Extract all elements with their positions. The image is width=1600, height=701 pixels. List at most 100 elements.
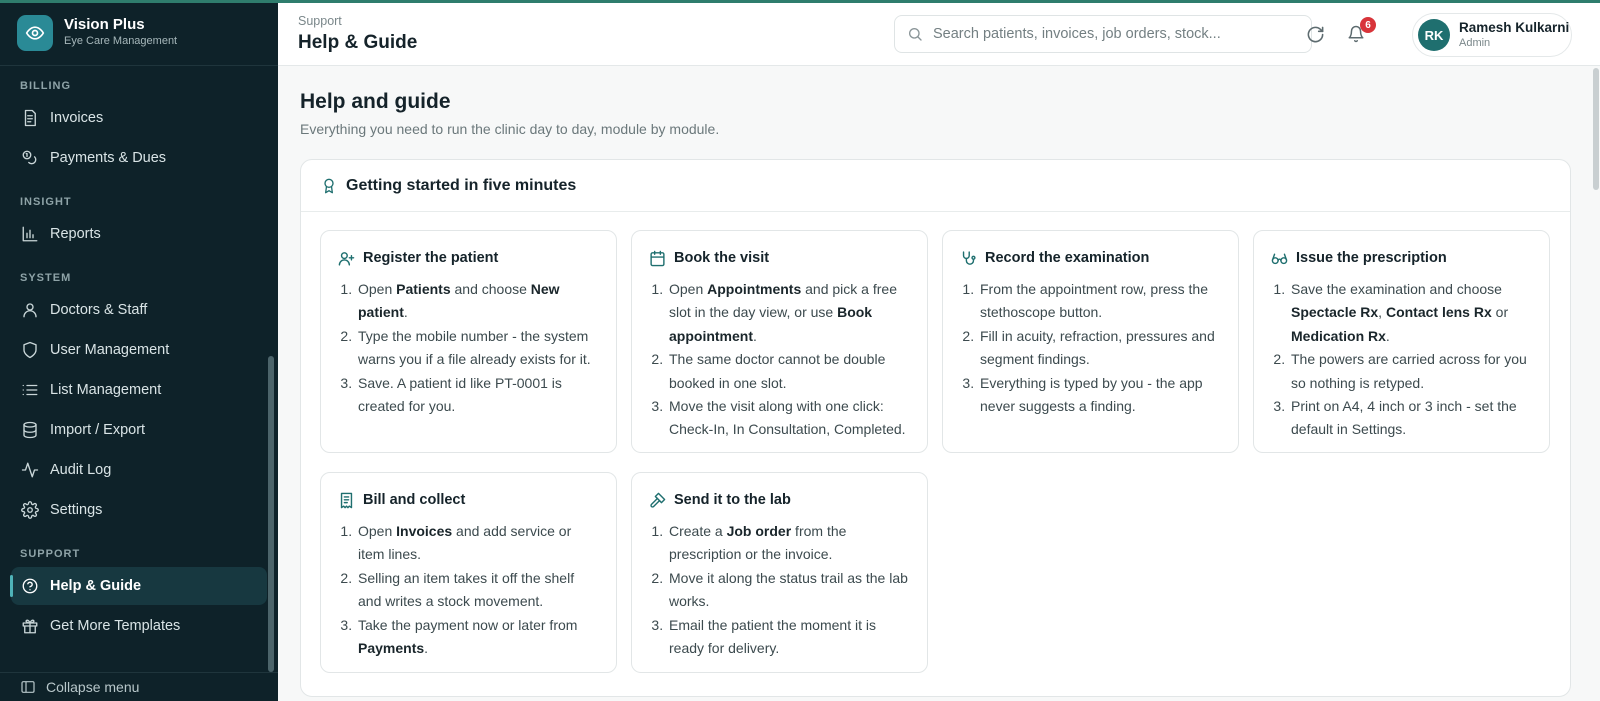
brand-subtitle: Eye Care Management <box>64 35 178 47</box>
guide-card-prescription: Issue the prescription Save the examinat… <box>1253 230 1550 453</box>
module-name: Invoices <box>396 523 453 539</box>
guide-step: Fill in acuity, refraction, pressures an… <box>978 325 1221 372</box>
sidebar-item-label: List Management <box>50 382 162 398</box>
page-subtitle: Everything you need to run the clinic da… <box>300 121 720 137</box>
module-name: Contact lens Rx <box>1385 304 1492 321</box>
gift-icon <box>22 619 38 634</box>
search-icon <box>909 28 922 41</box>
page-scrollbar[interactable] <box>1593 68 1599 190</box>
guide-card-title: Send it to the lab <box>674 492 791 508</box>
top-accent-line <box>0 0 1600 3</box>
user-menu[interactable]: RK Ramesh Kulkarni Admin <box>1412 13 1572 57</box>
collapse-menu-label: Collapse menu <box>46 679 140 695</box>
guide-card-title: Record the examination <box>985 250 1150 266</box>
database-icon <box>23 421 37 439</box>
panel-header: Getting started in five minutes <box>301 160 1570 212</box>
guide-card-title: Bill and collect <box>363 492 466 508</box>
breadcrumb[interactable]: Support <box>298 14 342 28</box>
module-name: Patients <box>396 281 451 297</box>
guide-step: Type the mobile number - the system warn… <box>356 325 599 372</box>
guide-card-billing: Bill and collect Open Invoices and add s… <box>320 472 617 673</box>
sidebar-item-label: User Management <box>50 342 170 358</box>
sidebar-item-label: Invoices <box>50 110 104 126</box>
sidebar-item-label: Help & Guide <box>50 578 142 594</box>
guide-step: Move it along the status trail as the la… <box>667 567 910 614</box>
getting-started-panel: Getting started in five minutes Register… <box>300 159 1571 697</box>
award-icon <box>324 178 334 193</box>
brand-name: Vision Plus <box>64 16 145 33</box>
sidebar-item-get-more-templates[interactable]: Get More Templates <box>11 607 267 645</box>
sidebar-item-payments[interactable]: Payments & Dues <box>11 139 267 177</box>
sidebar-item-reports[interactable]: Reports <box>11 215 267 253</box>
shield-icon <box>23 341 37 359</box>
hammer-icon <box>650 492 666 508</box>
guide-step: Save the examination and choose Spectacl… <box>1289 278 1532 348</box>
guide-step: Selling an item takes it off the shelf a… <box>356 567 599 614</box>
guide-step: The powers are carried across for you so… <box>1289 348 1532 395</box>
collapse-menu-button[interactable]: Collapse menu <box>0 672 278 701</box>
bar-chart-icon <box>22 226 38 242</box>
global-search[interactable] <box>894 15 1312 53</box>
notification-badge: 6 <box>1360 17 1376 33</box>
invoice-icon <box>24 109 36 127</box>
guide-card-title: Issue the prescription <box>1296 250 1447 266</box>
module-name: Payments <box>358 640 425 657</box>
eye-icon <box>17 14 53 51</box>
module-name: Job order <box>726 523 792 539</box>
guide-step: Move the visit along with one click: Che… <box>667 395 910 442</box>
module-name: Appointments <box>707 281 802 297</box>
sidebar: Vision Plus Eye Care Management BILLING … <box>0 0 278 701</box>
guide-step: Open Appointments and pick a free slot i… <box>667 278 910 348</box>
guide-card-register: Register the patient Open Patients and c… <box>320 230 617 453</box>
guide-step: From the appointment row, press the stet… <box>978 278 1221 325</box>
guide-steps: Create a Job order from the prescription… <box>649 520 910 660</box>
avatar: RK <box>1418 19 1450 51</box>
sidebar-item-label: Settings <box>50 502 103 518</box>
guide-card-title: Register the patient <box>363 250 499 266</box>
sidebar-item-user-management[interactable]: User Management <box>11 331 267 369</box>
guide-step: Save. A patient id like PT-0001 is creat… <box>356 372 599 419</box>
top-header: Support Help & Guide 6 RK Ramesh Kulkarn… <box>278 3 1600 66</box>
nav-section-billing: BILLING <box>20 80 71 92</box>
calendar-icon <box>650 250 665 266</box>
sidebar-item-label: Import / Export <box>50 422 146 438</box>
sidebar-item-help-guide[interactable]: Help & Guide <box>10 567 267 605</box>
refresh-button[interactable] <box>1304 23 1326 45</box>
sidebar-scrollbar[interactable] <box>268 356 274 672</box>
help-circle-icon <box>22 578 38 594</box>
sidebar-nav: BILLING Invoices Payments & Dues INSIGHT… <box>0 66 278 645</box>
sidebar-item-audit-log[interactable]: Audit Log <box>11 451 267 489</box>
notifications-button[interactable]: 6 <box>1345 17 1376 45</box>
guide-step: Take the payment now or later from Payme… <box>356 614 599 661</box>
coins-icon <box>22 150 37 165</box>
user-name: Ramesh Kulkarni <box>1459 20 1570 35</box>
user-role: Admin <box>1459 37 1491 49</box>
sidebar-item-settings[interactable]: Settings <box>11 491 267 529</box>
guide-card-book: Book the visit Open Appointments and pic… <box>631 230 928 453</box>
sidebar-item-label: Audit Log <box>50 462 112 478</box>
guide-step: Print on A4, 4 inch or 3 inch - set the … <box>1289 395 1532 442</box>
nav-section-support: SUPPORT <box>20 548 81 560</box>
guide-step: Email the patient the moment it is ready… <box>667 614 910 661</box>
guide-steps: Open Patients and choose New patient.Typ… <box>338 278 599 418</box>
guide-card-examination: Record the examination From the appointm… <box>942 230 1239 453</box>
guide-steps: From the appointment row, press the stet… <box>960 278 1221 418</box>
glasses-icon <box>1271 253 1288 264</box>
guide-card-title: Book the visit <box>674 250 770 266</box>
user-icon <box>23 303 37 318</box>
guide-step: Everything is typed by you - the app nev… <box>978 372 1221 419</box>
sidebar-item-list-management[interactable]: List Management <box>11 371 267 409</box>
sidebar-item-doctors-staff[interactable]: Doctors & Staff <box>11 291 267 329</box>
list-icon <box>22 384 38 396</box>
user-plus-icon <box>338 251 355 266</box>
module-name: Book appointment <box>669 304 873 344</box>
sidebar-item-invoices[interactable]: Invoices <box>11 99 267 137</box>
panel-title: Getting started in five minutes <box>346 176 577 194</box>
search-input[interactable] <box>933 26 1293 42</box>
brand[interactable]: Vision Plus Eye Care Management <box>0 0 278 66</box>
page-title: Help and guide <box>300 90 451 113</box>
guide-card-lab: Send it to the lab Create a Job order fr… <box>631 472 928 673</box>
sidebar-item-import-export[interactable]: Import / Export <box>11 411 267 449</box>
header-title: Help & Guide <box>298 32 418 53</box>
guide-step: Create a Job order from the prescription… <box>667 520 910 567</box>
